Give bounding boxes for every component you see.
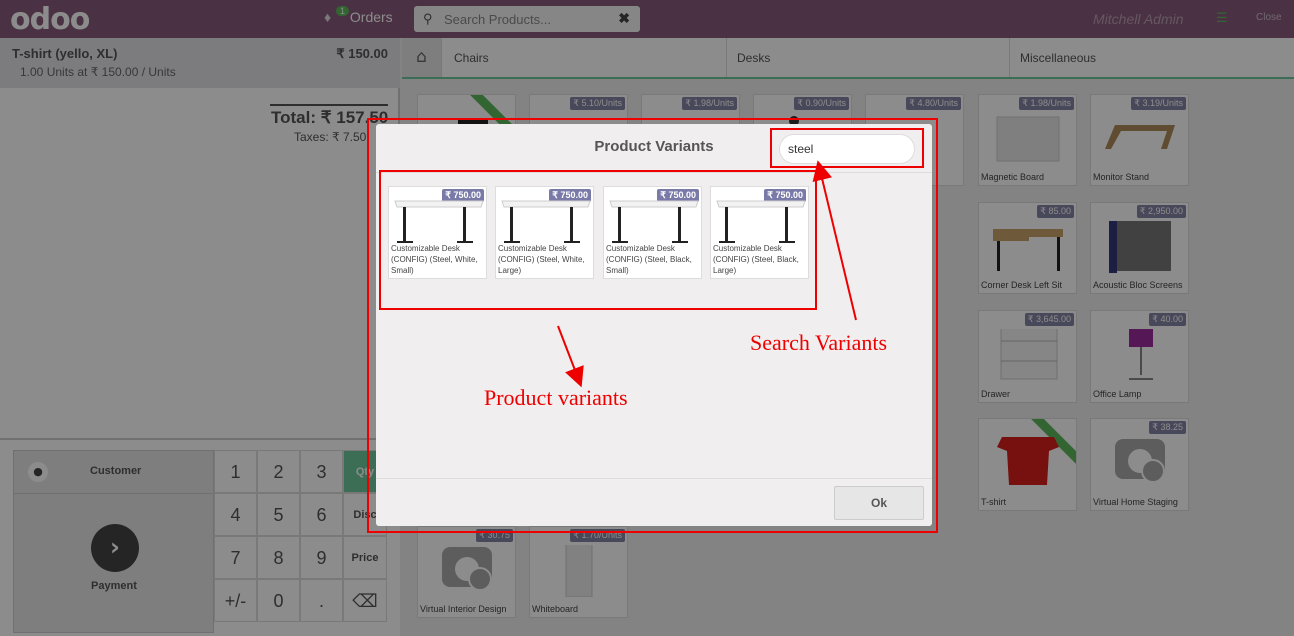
annotation-arrows — [557, 160, 857, 388]
annotation-product-variants: Product variants — [484, 385, 628, 410]
arrow-product-variants — [557, 325, 584, 388]
arrow-search-variants — [812, 160, 857, 321]
annotation-search-variants: Search Variants — [750, 330, 888, 355]
